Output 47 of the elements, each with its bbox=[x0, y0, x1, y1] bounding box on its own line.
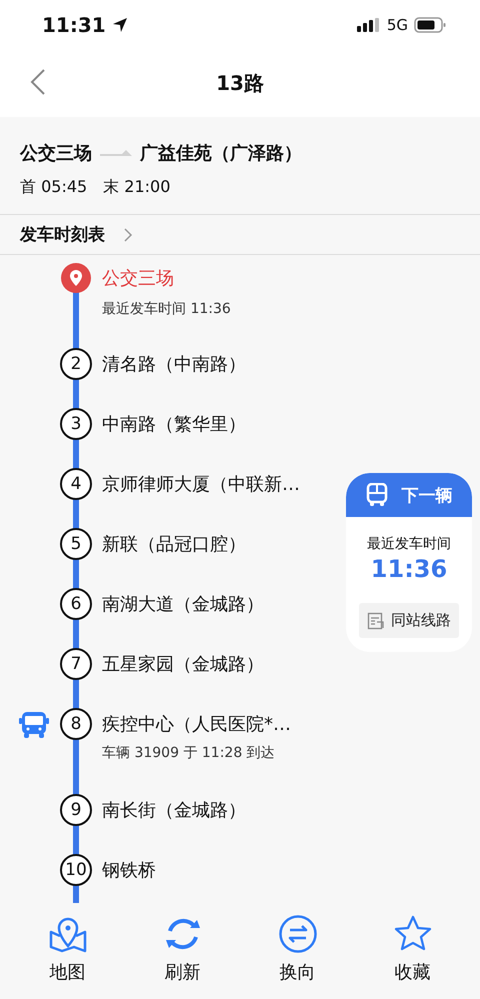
stop-number: 10 bbox=[60, 854, 92, 886]
route-destination: 广益佳苑（广泽路） bbox=[140, 142, 302, 165]
stop-name[interactable]: 南湖大道（金城路） bbox=[102, 592, 264, 616]
same-station-lines-button[interactable]: 同站线路 bbox=[359, 603, 459, 638]
stop-number: 3 bbox=[60, 408, 92, 440]
favorite-tab[interactable]: 收藏 bbox=[378, 914, 448, 984]
chevron-right-icon bbox=[123, 226, 133, 242]
stop-name[interactable]: 钢铁桥 bbox=[102, 858, 156, 882]
stop-number: 7 bbox=[60, 648, 92, 680]
refresh-tab[interactable]: 刷新 bbox=[148, 914, 218, 984]
document-icon bbox=[367, 612, 385, 630]
stop-name[interactable]: 疾控中心（人民医院*… bbox=[102, 712, 291, 736]
bus-icon bbox=[366, 483, 388, 507]
first-bus-time: 首 05:45 bbox=[20, 177, 88, 198]
swap-arrows-icon bbox=[278, 914, 318, 954]
departure-time: 11:36 bbox=[370, 555, 448, 583]
bus-icon bbox=[19, 710, 49, 740]
stop-name[interactable]: 新联（品冠口腔） bbox=[102, 532, 246, 556]
stop-name[interactable]: 中南路（繁华里） bbox=[102, 412, 246, 436]
stop-name[interactable]: 五星家园（金城路） bbox=[102, 652, 264, 676]
card-title: 下一辆 bbox=[402, 484, 452, 506]
stop-number: 8 bbox=[60, 708, 92, 740]
direction-arrow-icon bbox=[100, 148, 132, 158]
stop-number: 9 bbox=[60, 794, 92, 826]
network-label: 5G bbox=[386, 16, 408, 34]
map-tab[interactable]: 地图 bbox=[32, 914, 102, 984]
stop-detail: 车辆 31909 于 11:28 到达 bbox=[102, 744, 275, 762]
location-arrow-icon bbox=[112, 17, 128, 33]
stop-name[interactable]: 清名路（中南路） bbox=[102, 352, 246, 376]
stop-number: 2 bbox=[60, 348, 92, 380]
battery-icon bbox=[414, 17, 446, 33]
stop-number: 4 bbox=[60, 468, 92, 500]
page-title: 13路 bbox=[216, 70, 264, 97]
reverse-tab[interactable]: 换向 bbox=[262, 914, 332, 984]
clock-time: 11:31 bbox=[42, 13, 106, 37]
signal-icon bbox=[356, 18, 381, 32]
stop-name[interactable]: 公交三场 bbox=[102, 266, 174, 290]
origin-pin-icon bbox=[61, 263, 91, 293]
stop-name[interactable]: 南长街（金城路） bbox=[102, 798, 246, 822]
route-origin: 公交三场 bbox=[20, 142, 92, 165]
departure-label: 最近发车时间 bbox=[367, 535, 451, 553]
stop-name[interactable]: 京师律师大厦（中联新… bbox=[102, 472, 300, 496]
stop-number: 6 bbox=[60, 588, 92, 620]
last-bus-time: 末 21:00 bbox=[103, 177, 170, 198]
stop-number: 5 bbox=[60, 528, 92, 560]
schedule-link[interactable]: 发车时刻表 bbox=[0, 215, 480, 255]
stop-detail: 最近发车时间 11:36 bbox=[102, 300, 231, 318]
